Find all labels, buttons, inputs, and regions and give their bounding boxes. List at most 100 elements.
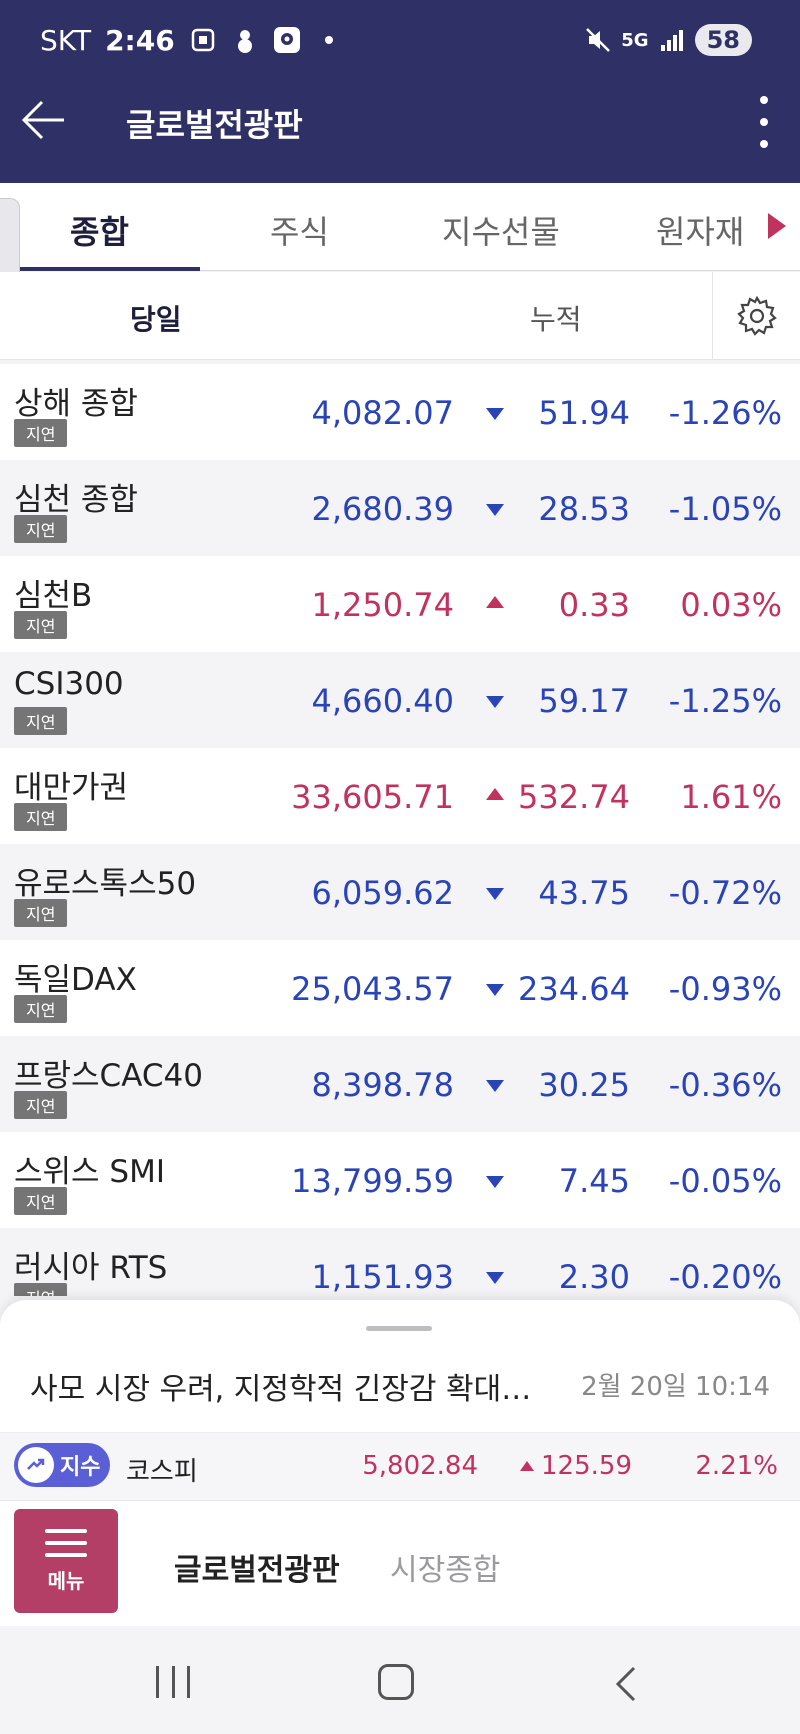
- chevron-left-icon: [615, 1666, 636, 1702]
- tab-scroll-right-icon[interactable]: [768, 213, 786, 239]
- snowman-icon: [237, 30, 252, 53]
- index-row[interactable]: 심천 종합 지연 2,680.39 28.53 -1.05%: [0, 460, 800, 556]
- subtab-cumulative[interactable]: 누적: [530, 298, 582, 338]
- bottom-link-global-board[interactable]: 글로벌전광판: [174, 1545, 340, 1589]
- index-row[interactable]: 프랑스CAC40 지연 8,398.78 30.25 -0.36%: [0, 1036, 800, 1132]
- index-price: 1,250.74: [311, 586, 455, 624]
- index-row[interactable]: 심천B 지연 1,250.74 0.33 0.03%: [0, 556, 800, 652]
- index-change: 30.25: [538, 1066, 630, 1104]
- bottom-sheet[interactable]: 사모 시장 우려, 지정학적 긴장감 확대… 2월 20일 10:14 지수 코…: [0, 1300, 800, 1500]
- index-price: 1,151.93: [311, 1258, 455, 1296]
- index-percent: -0.05%: [668, 1162, 782, 1200]
- carrier-label: SKT: [40, 23, 92, 57]
- down-arrow-icon: [486, 1272, 504, 1284]
- up-arrow-icon: [520, 1461, 534, 1471]
- tab-overview[interactable]: 종합: [70, 207, 129, 253]
- index-row[interactable]: CSI300 지연 4,660.40 59.17 -1.25%: [0, 652, 800, 748]
- index-percent: 0.03%: [680, 586, 782, 624]
- back-button[interactable]: [20, 96, 68, 144]
- subtab-today[interactable]: 당일: [130, 298, 182, 338]
- map-app-icon: [273, 27, 300, 53]
- down-arrow-icon: [486, 696, 504, 708]
- index-price: 2,680.39: [311, 490, 455, 528]
- delay-badge: 지연: [14, 611, 68, 639]
- delay-badge: 지연: [14, 995, 68, 1023]
- delay-badge: 지연: [14, 707, 68, 735]
- tab-commodities[interactable]: 원자재: [656, 207, 744, 253]
- ticker-change: 125.59: [541, 1451, 632, 1481]
- index-price: 4,082.07: [311, 394, 455, 432]
- bottom-link-market-overview[interactable]: 시장종합: [390, 1545, 500, 1589]
- tab-stocks[interactable]: 주식: [270, 207, 329, 253]
- index-change: 51.94: [538, 394, 630, 432]
- status-bar-left: SKT 2:46: [40, 20, 343, 60]
- index-row[interactable]: 대만가권 지연 33,605.71 532.74 1.61%: [0, 748, 800, 844]
- home-button[interactable]: [378, 1664, 414, 1700]
- index-change: 7.45: [558, 1162, 630, 1200]
- delay-badge: 지연: [14, 1091, 68, 1119]
- index-price: 33,605.71: [291, 778, 454, 816]
- screenshot-icon: [191, 28, 214, 52]
- index-row[interactable]: 스위스 SMI 지연 13,799.59 7.45 -0.05%: [0, 1132, 800, 1228]
- more-options-button[interactable]: [754, 96, 774, 148]
- down-arrow-icon: [486, 408, 504, 420]
- index-row[interactable]: 독일DAX 지연 25,043.57 234.64 -0.93%: [0, 940, 800, 1036]
- system-back-button[interactable]: [608, 1664, 648, 1704]
- index-name: 상해 종합: [14, 386, 138, 422]
- recent-apps-button[interactable]: [156, 1666, 190, 1698]
- index-change: 0.33: [558, 586, 630, 624]
- clock: 2:46: [105, 23, 175, 57]
- down-arrow-icon: [486, 888, 504, 900]
- menu-button[interactable]: 메뉴: [14, 1509, 118, 1613]
- index-percent: -1.26%: [668, 394, 782, 432]
- index-row[interactable]: 유로스톡스50 지연 6,059.62 43.75 -0.72%: [0, 844, 800, 940]
- index-row[interactable]: 러시아 RTS지연 1,151.93 2.30 -0.20%: [0, 1228, 800, 1296]
- delay-badge: 지연: [14, 803, 68, 831]
- index-percent: -0.72%: [668, 874, 782, 912]
- active-tab-indicator: [18, 267, 200, 271]
- signal-icon: [660, 30, 683, 51]
- index-change: 2.30: [558, 1258, 630, 1296]
- down-arrow-icon: [486, 984, 504, 996]
- notification-dot-icon: [324, 36, 333, 44]
- index-ticker[interactable]: 지수 코스피 5,802.84 125.59 2.21%: [0, 1432, 800, 1500]
- ticker-category-pill[interactable]: 지수: [14, 1443, 110, 1487]
- ticker-value: 5,802.84: [362, 1451, 478, 1481]
- ticker-percent: 2.21%: [695, 1451, 778, 1481]
- sheet-drag-handle[interactable]: [366, 1326, 432, 1331]
- index-list[interactable]: 상해 종합지연 4,082.07 51.94 -1.26% 심천 종합지연 2,680.3…: [0, 364, 800, 1296]
- delay-badge: 지연: [14, 1187, 68, 1215]
- index-row[interactable]: 상해 종합 지연 4,082.07 51.94 -1.26%: [0, 364, 800, 460]
- bottom-app-bar: 메뉴 글로벌전광판 시장종합: [0, 1500, 800, 1626]
- settings-button[interactable]: [712, 272, 800, 360]
- index-price: 4,660.40: [311, 682, 455, 720]
- down-arrow-icon: [486, 1176, 504, 1188]
- index-percent: -1.05%: [668, 490, 782, 528]
- news-headline[interactable]: 사모 시장 우려, 지정학적 긴장감 확대…: [30, 1364, 550, 1408]
- index-percent: 1.61%: [680, 778, 782, 816]
- tab-index-futures[interactable]: 지수선물: [442, 207, 560, 253]
- news-timestamp: 2월 20일 10:14: [581, 1372, 770, 1402]
- index-name: 유로스톡스50: [14, 866, 197, 902]
- index-name: 스위스 SMI: [14, 1154, 165, 1190]
- index-name: 독일DAX: [14, 962, 137, 998]
- page-title: 글로벌전광판: [126, 106, 303, 144]
- system-nav-bar: [0, 1626, 800, 1734]
- delay-badge: 지연: [14, 1283, 68, 1296]
- index-name: 심천B: [14, 578, 93, 614]
- index-price: 13,799.59: [291, 1162, 454, 1200]
- hamburger-icon: [45, 1528, 87, 1557]
- trending-up-icon: [18, 1447, 54, 1483]
- up-arrow-icon: [486, 788, 504, 800]
- index-name: 러시아 RTS: [14, 1250, 168, 1286]
- index-name: CSI300: [14, 666, 124, 702]
- index-percent: -0.36%: [668, 1066, 782, 1104]
- index-name: 대만가권: [14, 770, 129, 806]
- index-name: 심천 종합: [14, 482, 138, 518]
- index-change: 43.75: [538, 874, 630, 912]
- index-price: 25,043.57: [291, 970, 454, 1008]
- index-percent: -0.20%: [668, 1258, 782, 1296]
- app-header: SKT 2:46 5G 58 글로벌전광판: [0, 0, 800, 183]
- index-change: 28.53: [538, 490, 630, 528]
- gear-icon: [736, 295, 777, 336]
